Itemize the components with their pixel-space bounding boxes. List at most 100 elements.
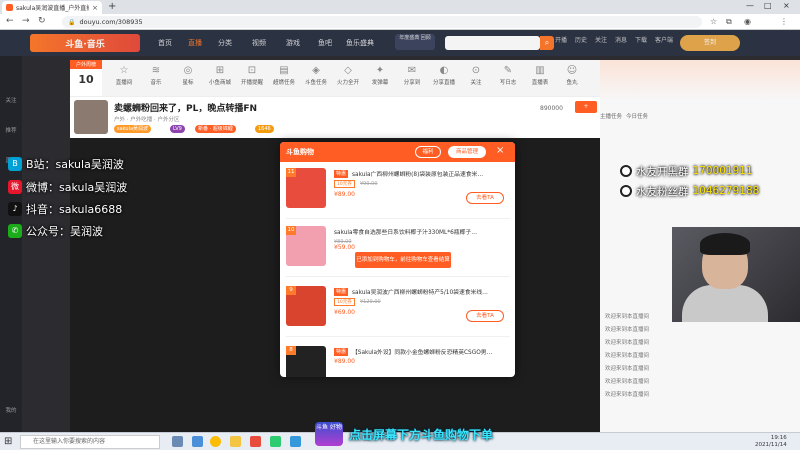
tool-icon[interactable]: ✉ 分享到 <box>398 65 426 86</box>
forward-icon[interactable]: → <box>22 16 30 26</box>
tool-icon[interactable]: ≋ 音乐 <box>142 65 170 86</box>
tool-icon[interactable]: ✦ 发弹幕 <box>366 65 394 86</box>
go-see-button[interactable]: 去看TA <box>466 192 504 204</box>
wechat-icon: ✆ <box>8 224 22 238</box>
original-price: ¥129.00 <box>360 299 381 305</box>
product-title[interactable]: 【Sakula外设】同款小金鱼螺蛳粉反恐精英CSGO男… <box>352 347 502 356</box>
product-title[interactable]: sakula吴润波广西柳州螺蛳粉特产5/10袋速食米线… <box>352 287 502 296</box>
product-item[interactable]: 8 特惠 【Sakula外设】同款小金鱼螺蛳粉反恐精英CSGO男… ¥89.00 <box>286 342 510 377</box>
tool-icon[interactable]: ⊞ 小鱼商城 <box>206 65 234 86</box>
rank-value: 10 <box>78 73 94 86</box>
nav-yuba[interactable]: 鱼吧 <box>318 38 332 48</box>
qq-group-label: 水友粉丝群 <box>636 185 689 198</box>
app-icon[interactable] <box>270 436 281 447</box>
product-thumbnail[interactable]: 9 <box>286 286 326 326</box>
sidebar-item-follow[interactable]: 关注 <box>3 96 19 104</box>
product-thumbnail[interactable]: 10 <box>286 226 326 266</box>
product-price: ¥69.00 <box>334 309 355 316</box>
add-to-cart-toast[interactable]: 已添加到购物车，前往购物车查看结算 → <box>355 252 451 279</box>
site-search-input[interactable] <box>445 36 540 50</box>
rank-label: 户外周榜 <box>70 60 102 69</box>
sidebar-item-mine[interactable]: 我的 <box>3 406 19 414</box>
app-icon[interactable] <box>290 436 301 447</box>
go-see-button[interactable]: 去看TA <box>466 310 504 322</box>
search-icon[interactable]: ⌕ <box>540 36 554 50</box>
tool-icon[interactable]: ✎ 写日志 <box>494 65 522 86</box>
tool-icon[interactable]: ◇ 火力全开 <box>334 65 362 86</box>
tool-icon[interactable]: ⊙ 关注 <box>462 65 490 86</box>
product-item[interactable]: 11 特惠 sakula广西柳州螺蛳粉(8)袋装原包装正品速食米… 10元券 ¥… <box>286 164 510 219</box>
close-window-button[interactable]: × <box>783 1 790 10</box>
reload-icon[interactable]: ↻ <box>38 16 46 26</box>
qq-group-label: 水友开黑群 <box>636 165 689 178</box>
extension-icon[interactable]: ⧉ <box>726 17 732 27</box>
manage-products-button[interactable]: 商品管理 <box>448 146 486 158</box>
nav-category[interactable]: 分类 <box>218 38 232 48</box>
menu-icon[interactable]: ⋮ <box>780 17 788 26</box>
chat-line: 欢迎来到本直播间 <box>605 327 650 333</box>
chrome-icon[interactable] <box>210 436 221 447</box>
nav-home[interactable]: 首页 <box>158 38 172 48</box>
douyu-logo[interactable]: 斗鱼·音乐 <box>30 34 140 52</box>
nav-live[interactable]: 直播 <box>188 38 202 48</box>
tool-icon[interactable]: ◈ 斗鱼任务 <box>302 65 330 86</box>
social-label: B站：sakula吴润波 <box>26 158 124 171</box>
promo-badge[interactable]: 年度盛典 回顾 <box>395 34 435 50</box>
product-item[interactable]: 10 sakula零食自选那些日系饮料椰子汁330ML*6瓶椰子… ¥89.00… <box>286 222 510 279</box>
coupon-button[interactable]: 福利 <box>415 146 441 158</box>
follow-button[interactable]: + <box>575 101 597 113</box>
new-tab-button[interactable]: + <box>108 1 116 12</box>
tool-icon[interactable]: ◐ 分享直播 <box>430 65 458 86</box>
minimize-button[interactable]: — <box>746 1 754 10</box>
url-field[interactable]: 🔒 douyu.com/308935 <box>62 16 702 28</box>
streamer-stats-badge: 新番 · 超级锦鲤 <box>195 125 236 133</box>
nav-festival[interactable]: 鱼乐盛典 <box>346 38 374 48</box>
windows-start-icon[interactable]: ⊞ <box>4 436 12 447</box>
streamer-name-badge[interactable]: sakula吴润波 <box>114 125 152 133</box>
qq-group-row: 水友开黑群 170001911 <box>620 164 753 178</box>
modal-close-icon[interactable]: × <box>496 145 504 156</box>
nav-games[interactable]: 游戏 <box>286 38 300 48</box>
tool-icon[interactable]: ◎ 星标 <box>174 65 202 86</box>
header-icon-message[interactable]: 消息 <box>615 35 627 44</box>
taskbar-clock[interactable]: 19:16 2021/11/14 <box>755 435 787 449</box>
explorer-icon[interactable] <box>230 436 241 447</box>
app-icon[interactable] <box>250 436 261 447</box>
edge-icon[interactable] <box>192 436 203 447</box>
stream-tags: 户外 · 户外吃播 · 户外分区 <box>114 117 180 123</box>
maximize-button[interactable]: □ <box>764 1 772 10</box>
douyu-shop-badge: 斗鱼 好物 <box>315 422 343 446</box>
header-icon-start[interactable]: 开播 <box>555 35 567 44</box>
qq-group-number: 1046279188 <box>692 185 760 197</box>
tool-icon[interactable]: ⊡ 开播提醒 <box>238 65 266 86</box>
taskbar-search[interactable]: 在这里输入你要搜索的内容 <box>20 435 160 449</box>
header-icon-checkin[interactable]: 签到 <box>680 35 740 51</box>
header-icon-client[interactable]: 客户端 <box>655 35 673 44</box>
qq-icon <box>620 165 632 177</box>
product-thumbnail[interactable]: 8 <box>286 346 326 377</box>
star-icon[interactable]: ☆ <box>710 17 717 26</box>
streamer-avatar[interactable] <box>74 100 108 134</box>
task-view-icon[interactable] <box>172 436 183 447</box>
product-title[interactable]: sakula零食自选那些日系饮料椰子汁330ML*6瓶椰子… <box>334 227 484 236</box>
header-icon-follow[interactable]: 关注 <box>595 35 607 44</box>
header-icon-download[interactable]: 下载 <box>635 35 647 44</box>
product-title[interactable]: sakula广西柳州螺蛳粉(8)袋装原包装正品速食米… <box>352 169 502 178</box>
back-icon[interactable]: ← <box>6 16 14 26</box>
browser-tab[interactable]: sakula吴润波直播_户外直播_斗 × <box>2 1 102 14</box>
modal-title: 斗鱼购物 <box>286 148 314 156</box>
tab-daily-task[interactable]: 今日任务 <box>626 112 648 126</box>
tool-icon[interactable]: ☆ 直播间 <box>110 65 138 86</box>
tool-icon[interactable]: ☺ 鱼丸 <box>558 65 586 86</box>
sidebar-item-recommend[interactable]: 推荐 <box>3 126 19 134</box>
tab-anchor-task[interactable]: 主播任务 <box>600 112 622 126</box>
profile-icon[interactable]: ◉ <box>744 17 751 26</box>
header-icon-history[interactable]: 历史 <box>575 35 587 44</box>
lock-icon: 🔒 <box>68 18 76 26</box>
nav-video[interactable]: 视频 <box>252 38 266 48</box>
product-item[interactable]: 9 特惠 sakula吴润波广西柳州螺蛳粉特产5/10袋速食米线… 10元券 ¥… <box>286 282 510 337</box>
tool-icon[interactable]: ▥ 直播表 <box>526 65 554 86</box>
product-thumbnail[interactable]: 11 <box>286 168 326 208</box>
tab-close-icon[interactable]: × <box>92 4 98 12</box>
tool-icon[interactable]: ▤ 超燃任务 <box>270 65 298 86</box>
